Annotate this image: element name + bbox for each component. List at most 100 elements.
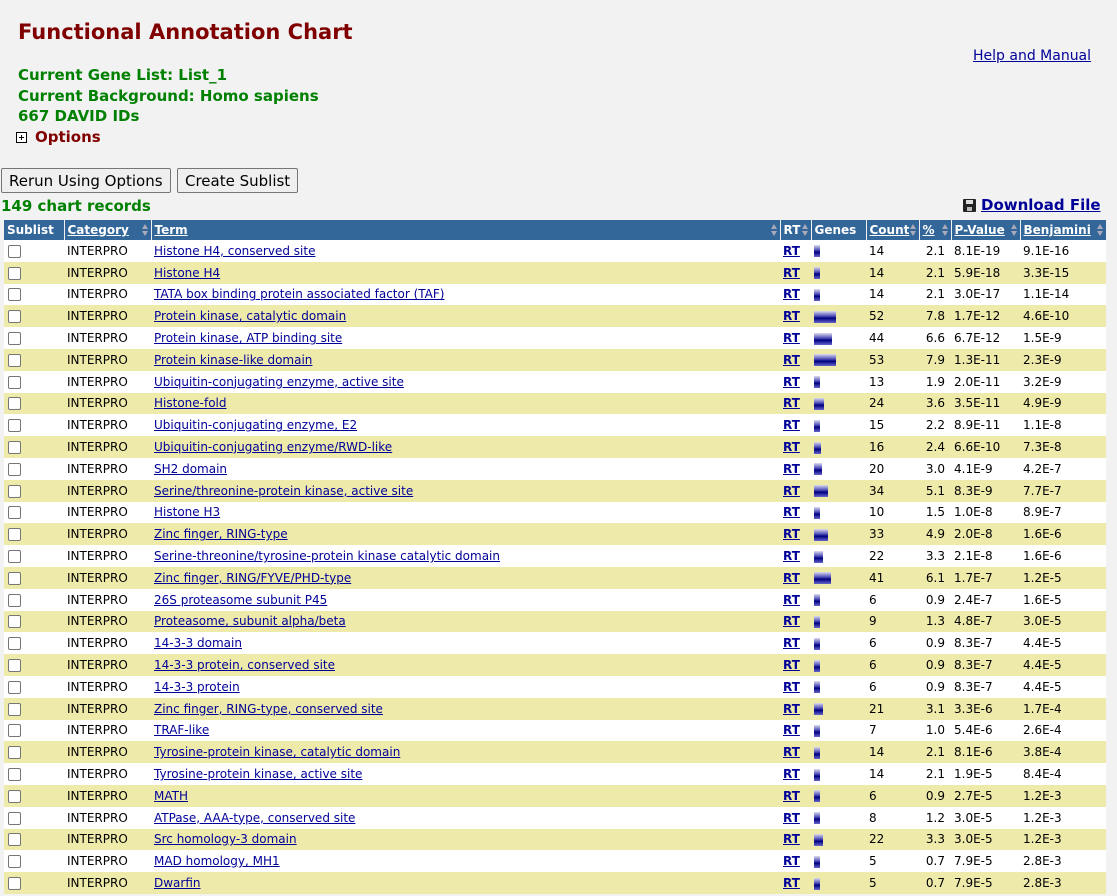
term-link[interactable]: Dwarfin: [154, 876, 201, 890]
row-checkbox[interactable]: [8, 244, 21, 258]
gene-list-bar-icon[interactable]: [814, 550, 823, 563]
term-link[interactable]: Tyrosine-protein kinase, catalytic domai…: [154, 745, 400, 759]
column-header-count[interactable]: Count: [866, 220, 920, 240]
gene-list-bar-icon[interactable]: [814, 659, 820, 672]
term-link[interactable]: Zinc finger, RING-type, conserved site: [154, 702, 383, 716]
term-link[interactable]: Serine/threonine-protein kinase, active …: [154, 484, 413, 498]
rt-link[interactable]: RT: [780, 392, 811, 415]
rt-link[interactable]: RT: [780, 763, 811, 785]
rt-link[interactable]: RT: [780, 240, 811, 262]
rt-link[interactable]: RT: [780, 872, 811, 894]
gene-list-bar-icon[interactable]: [814, 245, 820, 258]
rt-link[interactable]: RT: [780, 348, 811, 371]
column-header-rt[interactable]: RT: [780, 220, 812, 240]
row-checkbox[interactable]: [8, 528, 21, 542]
create-sublist-button[interactable]: Create Sublist: [177, 168, 299, 193]
row-checkbox[interactable]: [8, 397, 21, 411]
gene-list-bar-icon[interactable]: [814, 332, 832, 345]
row-checkbox[interactable]: [8, 419, 21, 433]
rt-link[interactable]: RT: [780, 806, 811, 829]
row-checkbox[interactable]: [8, 680, 21, 694]
term-link[interactable]: 14-3-3 protein: [154, 680, 240, 694]
column-header-term[interactable]: Term: [151, 220, 781, 240]
gene-list-bar-icon[interactable]: [814, 485, 828, 498]
rt-link[interactable]: RT: [780, 719, 811, 742]
gene-list-bar-icon[interactable]: [814, 746, 820, 759]
rt-link[interactable]: RT: [780, 566, 811, 589]
gene-list-bar-icon[interactable]: [814, 267, 820, 280]
term-link[interactable]: Src homology-3 domain: [154, 832, 297, 846]
gene-list-bar-icon[interactable]: [814, 812, 820, 825]
row-checkbox[interactable]: [8, 768, 21, 782]
gene-list-bar-icon[interactable]: [814, 288, 820, 301]
rt-link[interactable]: RT: [780, 632, 811, 655]
gene-list-bar-icon[interactable]: [814, 397, 824, 410]
rt-link[interactable]: RT: [780, 261, 811, 284]
term-link[interactable]: 14-3-3 domain: [154, 636, 242, 650]
row-checkbox[interactable]: [8, 855, 21, 869]
term-link[interactable]: Ubiquitin-conjugating enzyme, E2: [154, 418, 357, 432]
column-header-p-value[interactable]: P-Value: [951, 220, 1021, 240]
term-link[interactable]: 26S proteasome subunit P45: [154, 593, 327, 607]
rt-link[interactable]: RT: [780, 784, 811, 807]
term-link[interactable]: MAD homology, MH1: [154, 854, 280, 868]
term-link[interactable]: Ubiquitin-conjugating enzyme/RWD-like: [154, 440, 392, 454]
rt-link[interactable]: RT: [780, 588, 811, 611]
sort-arrows-icon[interactable]: [1010, 224, 1018, 236]
term-link[interactable]: Zinc finger, RING/FYVE/PHD-type: [154, 571, 351, 585]
term-link[interactable]: Histone H4, conserved site: [154, 244, 315, 258]
expand-plus-icon[interactable]: [16, 131, 27, 143]
term-link[interactable]: Protein kinase, ATP binding site: [154, 331, 342, 345]
gene-list-bar-icon[interactable]: [814, 441, 821, 454]
rt-link[interactable]: RT: [780, 501, 811, 524]
row-checkbox[interactable]: [8, 615, 21, 629]
term-link[interactable]: Histone-fold: [154, 396, 227, 410]
sort-arrows-icon[interactable]: [770, 224, 778, 236]
row-checkbox[interactable]: [8, 441, 21, 455]
download-file-link[interactable]: Download File: [963, 196, 1101, 214]
row-checkbox[interactable]: [8, 789, 21, 803]
row-checkbox[interactable]: [8, 375, 21, 389]
term-link[interactable]: Ubiquitin-conjugating enzyme, active sit…: [154, 375, 404, 389]
row-checkbox[interactable]: [8, 659, 21, 673]
options-toggle[interactable]: Options: [16, 128, 101, 146]
sort-arrows-icon[interactable]: [801, 224, 809, 236]
column-header-category[interactable]: Category: [64, 220, 152, 240]
row-checkbox[interactable]: [8, 833, 21, 847]
rt-link[interactable]: RT: [780, 283, 811, 306]
rt-link[interactable]: RT: [780, 697, 811, 720]
gene-list-bar-icon[interactable]: [814, 310, 836, 323]
rt-link[interactable]: RT: [780, 523, 811, 546]
gene-list-bar-icon[interactable]: [814, 506, 820, 519]
sort-arrows-icon[interactable]: [909, 224, 917, 236]
row-checkbox[interactable]: [8, 724, 21, 738]
term-link[interactable]: TATA box binding protein associated fact…: [154, 287, 444, 301]
row-checkbox[interactable]: [8, 593, 21, 607]
row-checkbox[interactable]: [8, 571, 21, 585]
term-link[interactable]: SH2 domain: [154, 462, 227, 476]
column-header-percent[interactable]: %: [919, 220, 952, 240]
row-checkbox[interactable]: [8, 288, 21, 302]
row-checkbox[interactable]: [8, 310, 21, 324]
gene-list-bar-icon[interactable]: [814, 354, 836, 367]
row-checkbox[interactable]: [8, 877, 21, 890]
column-header-benjamini[interactable]: Benjamini: [1020, 220, 1107, 240]
gene-list-bar-icon[interactable]: [814, 681, 820, 694]
gene-list-bar-icon[interactable]: [814, 703, 823, 716]
rt-link[interactable]: RT: [780, 850, 811, 873]
row-checkbox[interactable]: [8, 332, 21, 346]
rt-link[interactable]: RT: [780, 327, 811, 349]
rt-link[interactable]: RT: [780, 436, 811, 458]
gene-list-bar-icon[interactable]: [814, 528, 828, 541]
rt-link[interactable]: RT: [780, 610, 811, 633]
gene-list-bar-icon[interactable]: [814, 877, 820, 890]
row-checkbox[interactable]: [8, 484, 21, 498]
term-link[interactable]: Protein kinase, catalytic domain: [154, 309, 346, 323]
gene-list-bar-icon[interactable]: [814, 463, 822, 476]
term-link[interactable]: Zinc finger, RING-type: [154, 527, 288, 541]
row-checkbox[interactable]: [8, 811, 21, 825]
gene-list-bar-icon[interactable]: [814, 855, 820, 868]
term-link[interactable]: MATH: [154, 789, 188, 803]
rt-link[interactable]: RT: [780, 479, 811, 502]
term-link[interactable]: 14-3-3 protein, conserved site: [154, 658, 335, 672]
